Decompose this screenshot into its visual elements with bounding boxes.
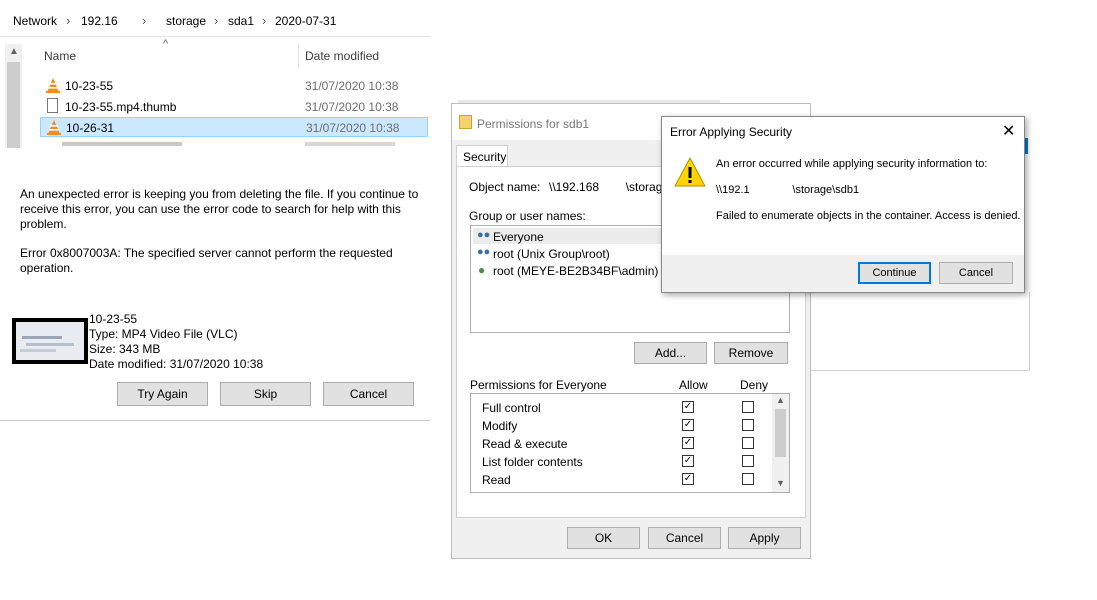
deny-checkbox[interactable]	[742, 401, 754, 413]
file-detail-modified: Date modified: 31/07/2020 10:38	[89, 357, 264, 371]
permissions-header: Permissions for Everyone	[470, 378, 607, 392]
object-name-label: Object name:	[469, 180, 541, 194]
file-detail-size: Size: 343 MB	[89, 342, 161, 356]
document-icon	[47, 98, 58, 113]
user-icon: ●	[478, 263, 486, 277]
permission-row: Modify ✓	[471, 416, 771, 434]
file-details: 10-23-55 Type: MP4 Video File (VLC) Size…	[89, 312, 263, 372]
allow-header: Allow	[679, 378, 708, 392]
file-explorer: Network › 192.16 › storage › sda1 › 2020…	[0, 0, 430, 148]
close-icon[interactable]: ✕	[1002, 121, 1015, 141]
warning-icon	[674, 157, 706, 187]
permissions-cancel-button[interactable]: Cancel	[648, 527, 721, 549]
error-message: An unexpected error is keeping you from …	[20, 187, 419, 231]
vlc-icon	[47, 120, 61, 135]
vlc-icon	[46, 78, 60, 93]
permission-row: Read ✓	[471, 470, 771, 488]
allow-checkbox[interactable]: ✓	[682, 455, 694, 467]
permission-row: Read & execute ✓	[471, 434, 771, 452]
allow-checkbox[interactable]: ✓	[682, 419, 694, 431]
file-row[interactable]: 10-23-55 31/07/2020 10:38	[40, 76, 428, 96]
thumbnail-image	[16, 322, 84, 360]
add-button[interactable]: Add...	[634, 342, 707, 364]
error-code: Error 0x8007003A: The specified server c…	[20, 246, 393, 275]
sort-up-icon: ^	[163, 38, 169, 50]
error-path: \\192.1 \storage\sdb1	[716, 184, 860, 196]
ok-button[interactable]: OK	[567, 527, 640, 549]
allow-checkbox[interactable]: ✓	[682, 401, 694, 413]
file-detail-type: Type: MP4 Video File (VLC)	[89, 327, 238, 341]
group-icon: ●●	[477, 246, 491, 258]
skip-button[interactable]: Skip	[220, 382, 311, 406]
continue-button[interactable]: Continue	[858, 262, 931, 284]
remove-button[interactable]: Remove	[714, 342, 788, 364]
partial-file-row	[62, 142, 182, 146]
scroll-thumb[interactable]	[775, 409, 786, 457]
scroll-up-icon[interactable]: ▲	[776, 395, 785, 405]
title-bar[interactable]: Error Applying Security ✕	[662, 117, 1024, 145]
allow-checkbox[interactable]: ✓	[682, 437, 694, 449]
address-divider	[0, 36, 430, 37]
permissions-scrollbar[interactable]: ▲ ▼	[772, 394, 789, 492]
breadcrumb-host[interactable]: 192.16	[81, 14, 118, 28]
message-area: An error occurred while applying securit…	[662, 145, 1024, 255]
file-detail-name: 10-23-55	[89, 312, 138, 326]
file-date: 31/07/2020 10:38	[306, 121, 400, 135]
object-name-value: \\192.168 \storage	[549, 180, 670, 194]
file-name: 10-23-55	[65, 79, 114, 93]
breadcrumb-date-folder[interactable]: 2020-07-31	[275, 14, 336, 28]
file-thumbnail	[12, 318, 88, 364]
background-window-edge	[808, 292, 1030, 371]
delete-error-dialog: An unexpected error is keeping you from …	[0, 148, 430, 421]
permissions-list: Full control ✓ Modify ✓ Read & execute ✓…	[470, 393, 790, 493]
column-header-date[interactable]: Date modified	[305, 49, 379, 63]
breadcrumb-storage[interactable]: storage	[166, 14, 206, 28]
column-header-name[interactable]: Name	[44, 49, 76, 63]
deny-checkbox[interactable]	[742, 473, 754, 485]
folder-icon	[459, 115, 472, 129]
error-line1: An error occurred while applying securit…	[716, 158, 988, 170]
permission-row: Full control ✓	[471, 398, 771, 416]
allow-checkbox[interactable]: ✓	[682, 473, 694, 485]
cancel-button[interactable]: Cancel	[323, 382, 414, 406]
breadcrumb-chevron-icon: ›	[142, 13, 147, 28]
partial-file-date	[305, 142, 395, 146]
group-label: Group or user names:	[469, 209, 586, 223]
apply-button[interactable]: Apply	[728, 527, 801, 549]
permission-row: List folder contents ✓	[471, 452, 771, 470]
deny-checkbox[interactable]	[742, 437, 754, 449]
vertical-scrollbar[interactable]: ▲	[5, 44, 22, 148]
try-again-button[interactable]: Try Again	[117, 382, 208, 406]
dialog-title: Error Applying Security	[670, 125, 793, 139]
file-date: 31/07/2020 10:38	[305, 100, 399, 114]
scroll-up-icon[interactable]: ▲	[9, 46, 19, 57]
breadcrumb-chevron-icon: ›	[262, 13, 267, 28]
group-icon: ●●	[477, 229, 491, 241]
file-name: 10-26-31	[66, 121, 115, 135]
scroll-down-icon[interactable]: ▼	[776, 478, 785, 488]
dialog-title: Permissions for sdb1	[477, 117, 590, 131]
file-name: 10-23-55.mp4.thumb	[65, 100, 177, 114]
file-row-selected[interactable]: 10-26-31 31/07/2020 10:38	[40, 117, 428, 137]
breadcrumb-chevron-icon: ›	[214, 13, 219, 28]
breadcrumb-chevron-icon: ›	[66, 13, 71, 28]
tab-security[interactable]: Security	[456, 145, 508, 167]
breadcrumb-network[interactable]: Network	[13, 14, 57, 28]
deny-header: Deny	[740, 378, 769, 392]
deny-checkbox[interactable]	[742, 455, 754, 467]
deny-checkbox[interactable]	[742, 419, 754, 431]
error-applying-security-dialog: Error Applying Security ✕ An error occur…	[661, 116, 1025, 293]
breadcrumb-sda1[interactable]: sda1	[228, 14, 254, 28]
scroll-thumb[interactable]	[7, 62, 20, 148]
file-date: 31/07/2020 10:38	[305, 79, 399, 93]
column-divider[interactable]	[298, 44, 299, 68]
error-line2: Failed to enumerate objects in the conta…	[716, 210, 1021, 222]
error-cancel-button[interactable]: Cancel	[939, 262, 1013, 284]
file-row[interactable]: 10-23-55.mp4.thumb 31/07/2020 10:38	[40, 97, 428, 117]
